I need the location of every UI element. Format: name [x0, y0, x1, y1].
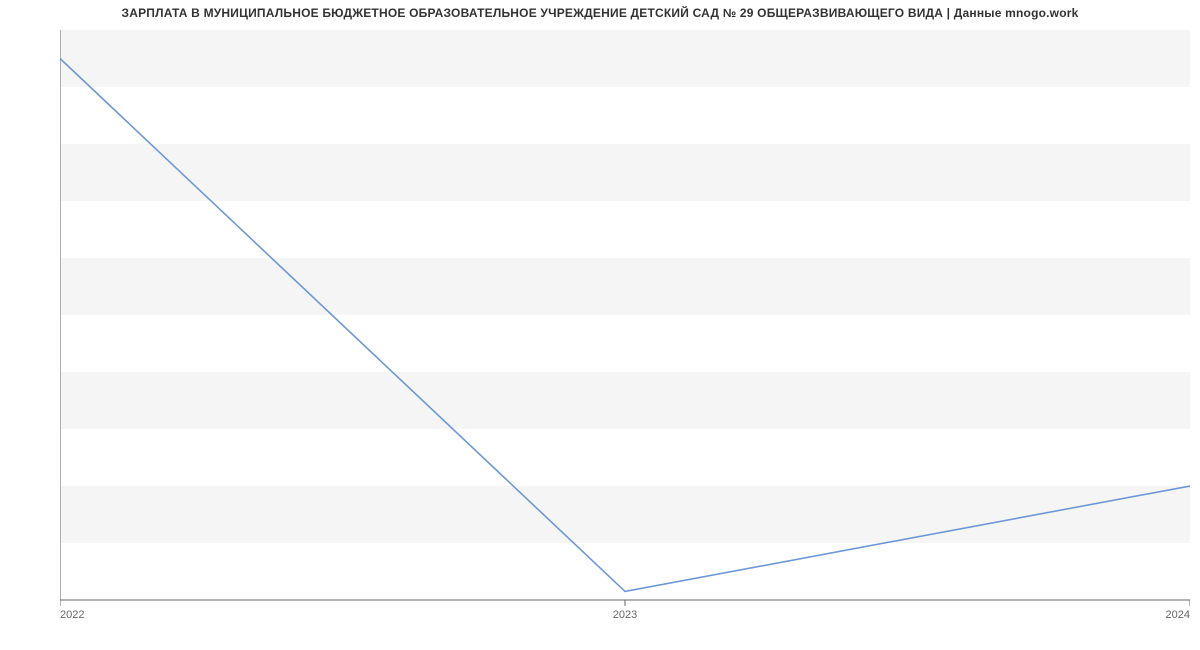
grid-band	[60, 372, 1190, 429]
x-tick-label: 2022	[60, 609, 84, 621]
grid-band	[60, 258, 1190, 315]
grid-band	[60, 486, 1190, 543]
chart-svg: 1600018000200002200024000260002800030000…	[60, 30, 1190, 630]
grid-band	[60, 144, 1190, 201]
x-tick-label: 2024	[1166, 609, 1190, 621]
grid-band	[60, 30, 1190, 87]
chart-title: ЗАРПЛАТА В МУНИЦИПАЛЬНОЕ БЮДЖЕТНОЕ ОБРАЗ…	[0, 0, 1200, 20]
x-tick-label: 2023	[613, 609, 637, 621]
chart-plot-area: 1600018000200002200024000260002800030000…	[60, 30, 1190, 600]
